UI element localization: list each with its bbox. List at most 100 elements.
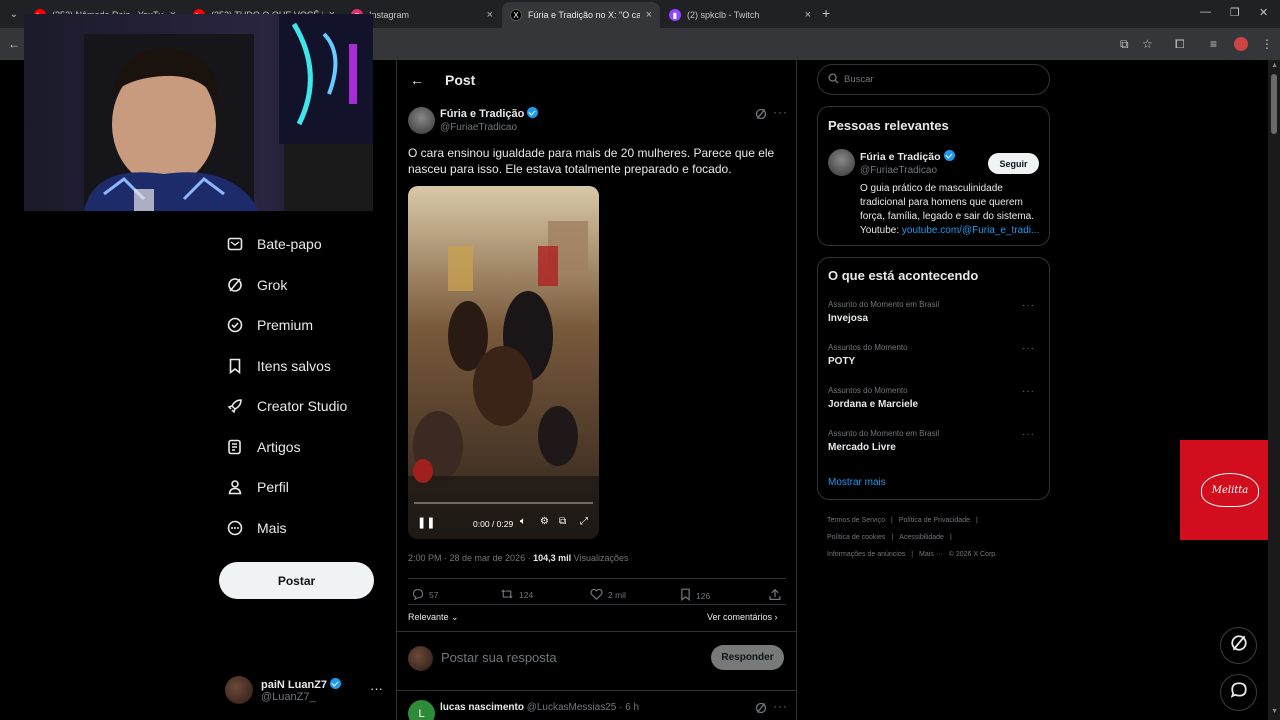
new-tab-button[interactable]: + (822, 5, 830, 21)
melitta-ad[interactable]: Melitta (1180, 440, 1280, 540)
pause-icon[interactable]: ❚❚ (417, 516, 435, 529)
tab-search-chevron-icon[interactable]: ⌄ (4, 4, 24, 24)
extensions-icon[interactable]: ⧠ (1175, 37, 1185, 52)
account-name: paiN LuanZ7 (261, 678, 328, 691)
sort-dropdown[interactable]: Relevante ⌄ (408, 612, 459, 623)
nav-articles[interactable]: Artigos (226, 432, 301, 462)
nav-chat[interactable]: Bate-papo (226, 229, 322, 259)
media-icon[interactable]: ≡ (1210, 37, 1217, 51)
author-handle[interactable]: @FuriaeTradicao (440, 122, 517, 133)
account-name-row: paiN LuanZ7 (261, 677, 342, 691)
nav-label: Bate-papo (257, 236, 322, 252)
nav-more[interactable]: Mais (226, 513, 287, 543)
share-icon[interactable] (769, 588, 781, 601)
footer-link[interactable]: Política de cookies (827, 534, 885, 541)
footer-link[interactable]: Acessibilidade (899, 534, 944, 541)
nav-premium[interactable]: Premium (226, 310, 313, 340)
post-button[interactable]: Postar (219, 562, 374, 599)
volume-icon[interactable]: 🔈︎ (520, 516, 526, 527)
more-dots-icon[interactable]: ··· (1022, 429, 1035, 440)
page-title: Post (445, 72, 476, 88)
install-app-icon[interactable]: ⧉ (1120, 37, 1129, 52)
avatar (408, 646, 433, 671)
trend-item[interactable]: Assuntos do Momento Jordana e Marciele ·… (828, 386, 1043, 410)
scroll-up-icon[interactable]: ▲ (1271, 62, 1278, 69)
scroll-down-icon[interactable]: ▼ (1271, 708, 1278, 715)
video-player[interactable] (408, 186, 599, 539)
reply-metric[interactable]: 57 (412, 588, 438, 602)
nav-profile[interactable]: Perfil (226, 472, 289, 502)
close-window-icon[interactable]: ✕ (1259, 6, 1268, 19)
timestamp-text[interactable]: 2:00 PM · 28 de mar de 2026 · (408, 553, 533, 563)
tab-x-post[interactable]: X Fúria e Tradição no X: "O cara e... × (502, 2, 660, 28)
relevant-name: Fúria e Tradição (860, 151, 941, 163)
more-dots-icon[interactable]: ··· (773, 699, 788, 713)
nav-grok[interactable]: Grok (226, 270, 287, 300)
nav-creator-studio[interactable]: Creator Studio (226, 391, 347, 421)
reply-input[interactable]: Postar sua resposta (441, 650, 557, 665)
author-name-row[interactable]: Fúria e Tradição (440, 107, 539, 120)
relevant-people-panel: Pessoas relevantes Fúria e Tradição @Fur… (817, 106, 1050, 246)
trend-item[interactable]: Assunto do Momento em Brasil Mercado Liv… (828, 429, 1043, 453)
close-icon[interactable]: × (487, 9, 493, 21)
scrollbar-thumb[interactable] (1271, 74, 1277, 134)
nav-bookmarks[interactable]: Itens salvos (226, 351, 331, 381)
relevant-name-row[interactable]: Fúria e Tradição (860, 150, 955, 163)
trend-item[interactable]: Assuntos do Momento POTY ··· (828, 343, 1043, 367)
grok-icon[interactable] (755, 107, 767, 125)
bio-link[interactable]: youtube.com/@Furia_e_tradi... (902, 225, 1039, 236)
comment-author[interactable]: lucas nascimento (440, 702, 524, 713)
message-bubble-icon (1230, 681, 1248, 704)
nav-label: Mais (257, 520, 287, 536)
avatar[interactable] (828, 149, 855, 176)
views-label: Visualizações (571, 553, 629, 563)
star-icon[interactable]: ☆ (1142, 37, 1153, 51)
tab-twitch[interactable]: ▮ (2) spkclb - Twitch × (661, 2, 819, 28)
reply-button[interactable]: Responder (711, 645, 784, 670)
follow-button[interactable]: Seguir (988, 153, 1039, 174)
author-avatar[interactable] (408, 107, 435, 134)
page-scrollbar[interactable] (1268, 60, 1280, 720)
rocket-icon (226, 397, 244, 415)
bookmark-metric[interactable]: 126 (680, 588, 710, 603)
settings-icon[interactable]: ⚙︎ (540, 516, 549, 527)
views-count: 104,3 mil (533, 553, 572, 563)
restore-icon[interactable]: ❐ (1230, 6, 1240, 19)
profile-avatar-icon[interactable] (1234, 37, 1248, 51)
search-box[interactable]: Buscar (817, 64, 1050, 95)
pip-icon[interactable]: ⧉ (559, 516, 566, 527)
bookmark-count: 126 (696, 590, 711, 601)
footer-link[interactable]: Mais ··· (919, 551, 943, 558)
more-dots-icon[interactable]: ··· (1022, 300, 1035, 311)
close-icon[interactable]: × (805, 9, 811, 21)
footer-link[interactable]: Termos de Serviço (827, 517, 885, 524)
fullscreen-icon[interactable]: ⤢ (580, 516, 588, 527)
grok-float-button[interactable] (1220, 627, 1257, 664)
more-dots-icon[interactable]: ··· (1022, 343, 1035, 354)
more-dots-icon[interactable]: ··· (370, 681, 383, 696)
divider (397, 631, 797, 632)
repost-metric[interactable]: 124 (500, 588, 533, 602)
relevant-handle[interactable]: @FuriaeTradicao (860, 165, 937, 176)
comment-avatar[interactable]: L (408, 700, 435, 720)
see-comments-link[interactable]: Ver comentários › (707, 612, 778, 622)
more-dots-icon[interactable]: ··· (1022, 386, 1035, 397)
account-switcher[interactable]: paiN LuanZ7 @LuanZ7_ ··· (225, 673, 385, 707)
grok-icon[interactable] (755, 701, 767, 719)
back-arrow-icon[interactable]: ← (410, 72, 424, 88)
back-icon[interactable]: ← (8, 37, 20, 51)
trend-name: Invejosa (828, 313, 869, 324)
menu-dots-icon[interactable]: ⋮ (1261, 37, 1273, 51)
trend-item[interactable]: Assunto do Momento em Brasil Invejosa ··… (828, 300, 1043, 324)
more-dots-icon[interactable]: ··· (773, 105, 788, 119)
tab-title: (2) spkclb - Twitch (687, 10, 760, 20)
show-more-link[interactable]: Mostrar mais (828, 477, 886, 488)
messages-float-button[interactable] (1220, 674, 1257, 711)
minimize-icon[interactable]: — (1200, 6, 1211, 18)
close-icon[interactable]: × (646, 9, 652, 21)
video-progress-bar[interactable] (414, 502, 593, 504)
footer-link[interactable]: Política de Privacidade (899, 517, 970, 524)
search-input[interactable]: Buscar (844, 74, 874, 85)
like-metric[interactable]: 2 mil (590, 588, 626, 602)
footer-link[interactable]: Informações de anúncios (827, 551, 905, 558)
